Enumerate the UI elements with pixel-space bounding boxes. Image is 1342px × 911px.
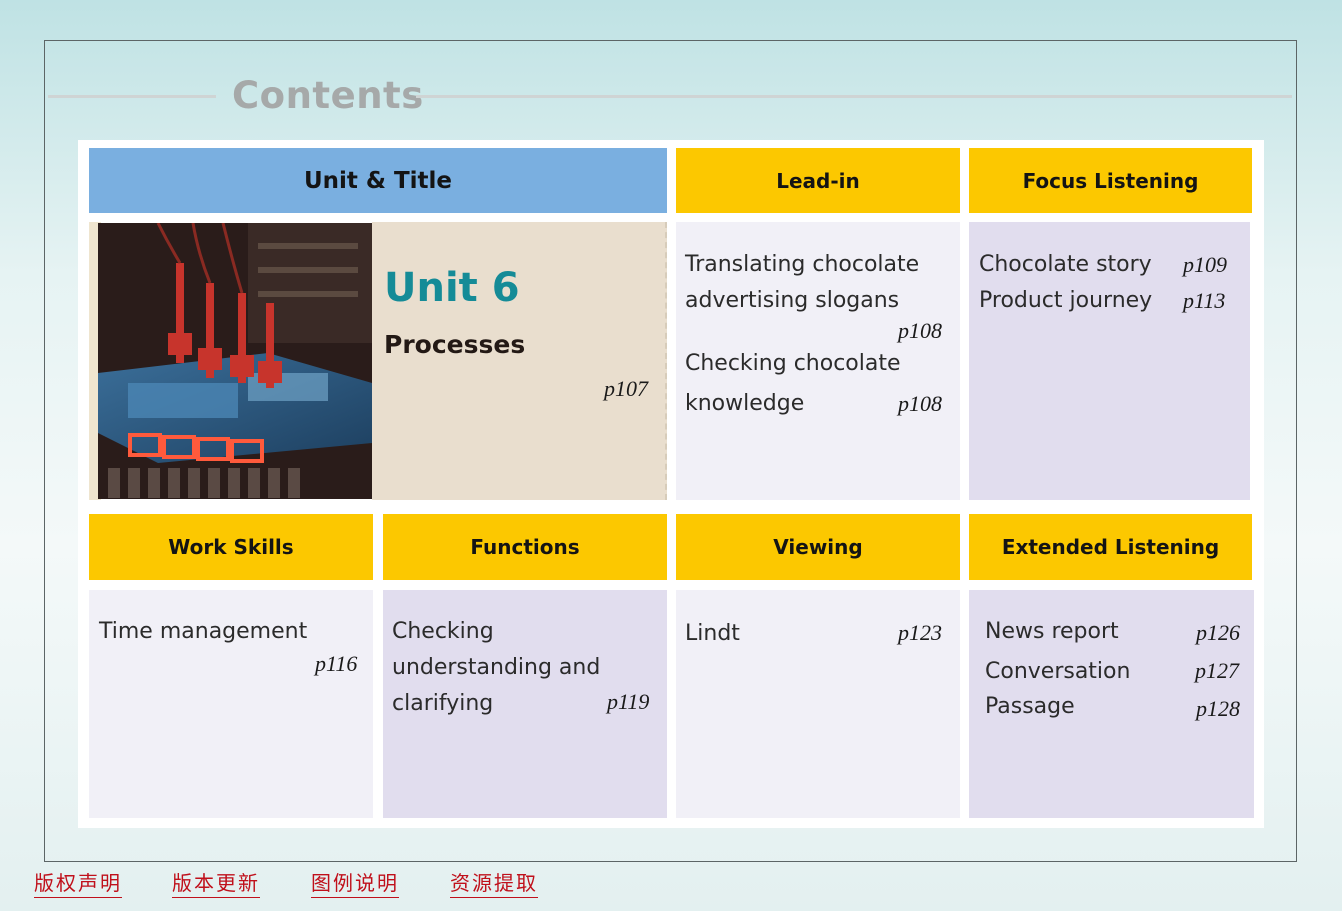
unit-photo <box>98 223 372 499</box>
lead-in-item-1-line1[interactable]: Translating chocolate <box>685 252 919 277</box>
header-extended-listening: Extended Listening <box>969 514 1252 580</box>
header-functions: Functions <box>383 514 667 580</box>
functions-item-page: p119 <box>607 689 650 714</box>
header-focus-listening: Focus Listening <box>969 148 1252 213</box>
extended-listening-item-2[interactable]: Conversation <box>985 659 1130 684</box>
header-unit-title: Unit & Title <box>89 148 667 213</box>
title-rule-right <box>416 95 1292 98</box>
unit-title-cell[interactable] <box>372 222 667 500</box>
viewing-item-1[interactable]: Lindt <box>685 621 740 646</box>
footer-link-version-update[interactable]: 版本更新 <box>172 869 260 898</box>
footer-link-copyright[interactable]: 版权声明 <box>34 869 122 898</box>
lead-in-item-1-line2[interactable]: advertising slogans <box>685 288 899 313</box>
title-rule-left <box>48 95 216 98</box>
lead-in-item-2-line2[interactable]: knowledge <box>685 391 804 416</box>
header-viewing: Viewing <box>676 514 960 580</box>
focus-listening-item-1[interactable]: Chocolate story <box>979 252 1152 277</box>
footer-link-legend[interactable]: 图例说明 <box>311 869 399 898</box>
functions-item-line3[interactable]: clarifying <box>392 691 493 716</box>
functions-item-line2[interactable]: understanding and <box>392 655 600 680</box>
unit-page: p107 <box>604 376 648 401</box>
viewing-item-1-page: p123 <box>898 620 942 645</box>
extended-listening-item-2-page: p127 <box>1195 658 1239 683</box>
focus-listening-item-2[interactable]: Product journey <box>979 288 1152 313</box>
footer-link-resources[interactable]: 资源提取 <box>450 869 538 898</box>
lead-in-item-2-line1[interactable]: Checking chocolate <box>685 351 901 376</box>
lead-in-item-1-page: p108 <box>898 318 942 343</box>
extended-listening-item-3[interactable]: Passage <box>985 694 1075 719</box>
extended-listening-item-1-page: p126 <box>1196 620 1240 645</box>
functions-item-line1[interactable]: Checking <box>392 619 494 644</box>
extended-listening-item-1[interactable]: News report <box>985 619 1119 644</box>
unit-number: Unit 6 <box>384 265 520 311</box>
page-title: Contents <box>232 74 424 117</box>
focus-listening-item-1-page: p109 <box>1183 252 1227 277</box>
extended-listening-item-3-page: p128 <box>1196 696 1240 721</box>
title-row: Contents <box>48 76 1292 116</box>
focus-listening-item-2-page: p113 <box>1183 288 1226 313</box>
unit-name: Processes <box>384 330 526 359</box>
work-skills-item-1-page: p116 <box>315 651 358 676</box>
header-lead-in: Lead-in <box>676 148 960 213</box>
work-skills-item-1[interactable]: Time management <box>99 619 307 644</box>
circuit-board-image <box>98 223 372 499</box>
header-work-skills: Work Skills <box>89 514 373 580</box>
lead-in-item-2-page: p108 <box>898 391 942 416</box>
